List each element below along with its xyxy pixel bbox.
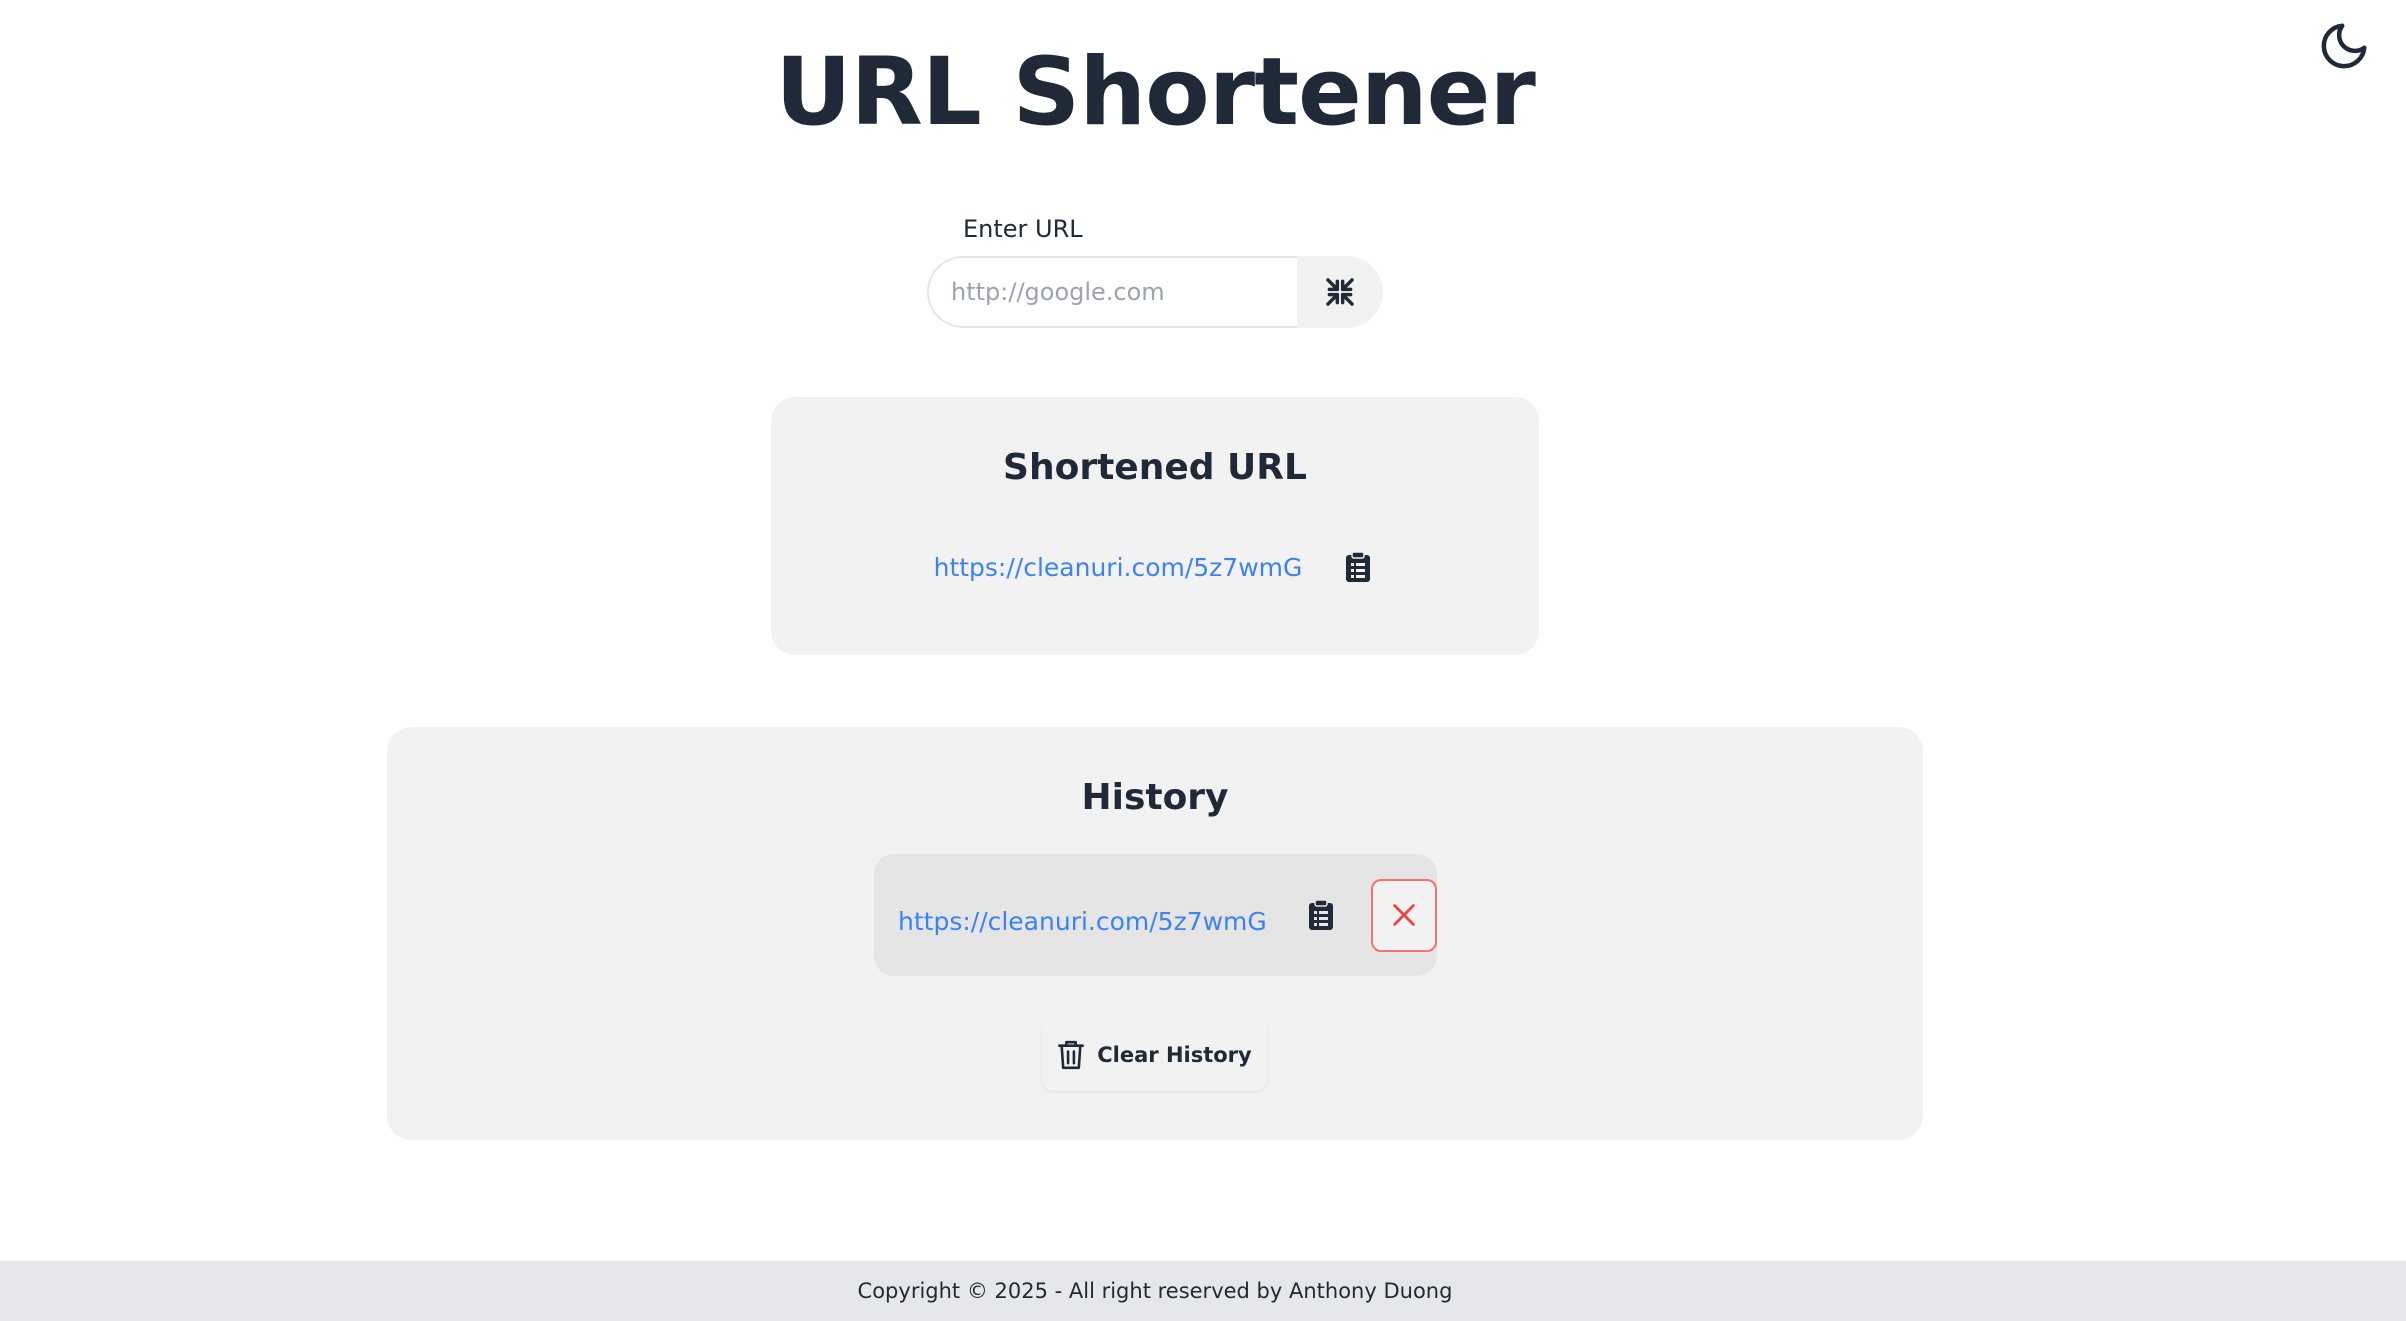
compress-icon	[1326, 278, 1354, 306]
clear-history-label: Clear History	[1097, 1043, 1252, 1067]
history-item: https://cleanuri.com/5z7wmG	[874, 854, 1437, 976]
clear-history-button[interactable]: Clear History	[1042, 1019, 1267, 1091]
shortened-url-link[interactable]: https://cleanuri.com/5z7wmG	[934, 553, 1303, 582]
page: URL Shortener Enter URL Shortened URL	[0, 0, 2406, 1321]
url-label: Enter URL	[963, 215, 1083, 243]
shortened-url-card: Shortened URL https://cleanuri.com/5z7wm…	[771, 397, 1539, 655]
history-title: History	[1081, 777, 1229, 818]
page-title: URL Shortener	[775, 38, 1536, 147]
url-input-group	[927, 256, 1383, 328]
footer-copyright: Copyright © 2025 - All right reserved by…	[857, 1279, 1453, 1303]
shorten-button[interactable]	[1297, 256, 1383, 328]
close-icon	[1393, 904, 1415, 926]
theme-toggle-button[interactable]	[2314, 16, 2374, 76]
url-form: Enter URL	[927, 212, 1383, 328]
url-input[interactable]	[927, 256, 1297, 328]
clipboard-icon	[1308, 899, 1333, 930]
moon-icon	[2321, 23, 2367, 69]
clipboard-icon	[1346, 551, 1371, 582]
history-item-link[interactable]: https://cleanuri.com/5z7wmG	[898, 907, 1267, 936]
history-card: History https://cleanuri.com/5z7wmG Clea…	[387, 727, 1923, 1140]
trash-icon	[1058, 1040, 1085, 1070]
footer: Copyright © 2025 - All right reserved by…	[0, 1261, 2406, 1321]
copy-history-button[interactable]	[1305, 895, 1337, 935]
delete-history-item-button[interactable]	[1370, 878, 1437, 952]
shortened-url-title: Shortened URL	[1003, 447, 1307, 488]
copy-shortened-button[interactable]	[1340, 547, 1376, 587]
shortened-url-row: https://cleanuri.com/5z7wmG	[771, 547, 1539, 587]
